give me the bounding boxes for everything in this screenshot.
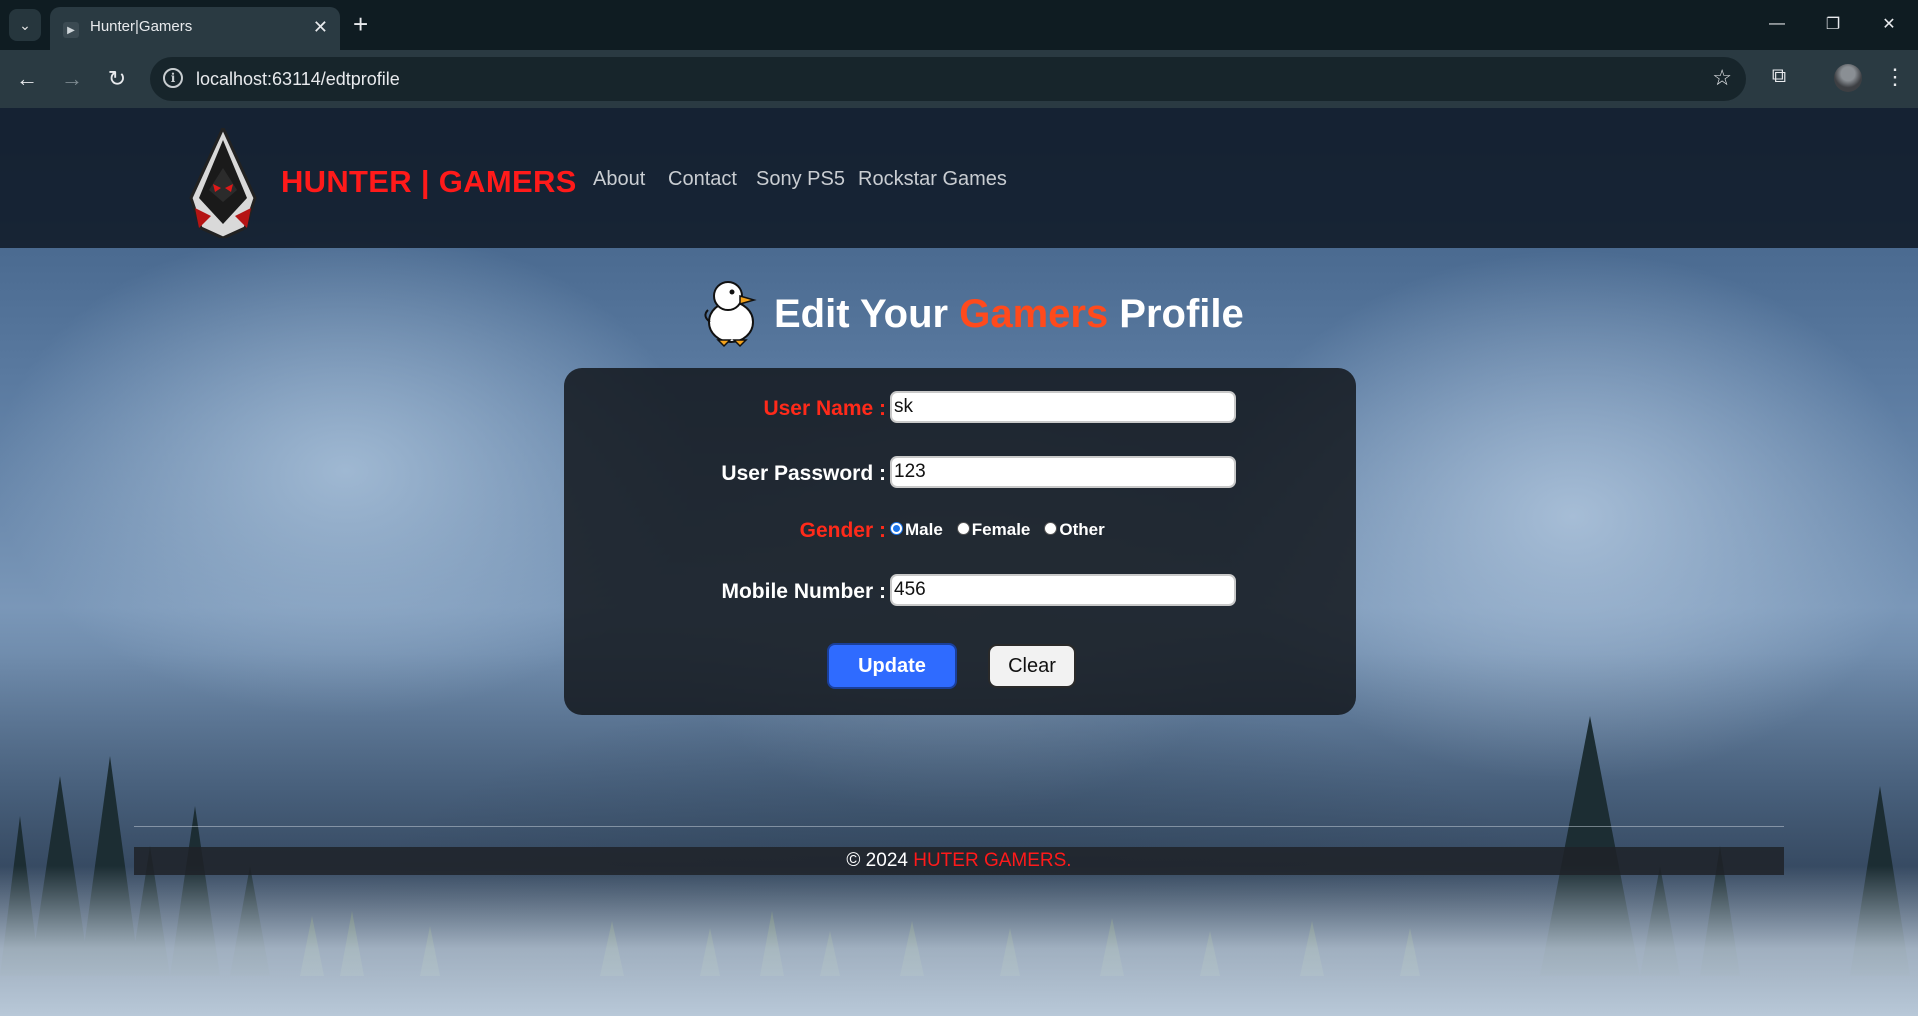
- browser-toolbar: ← → ↻ i localhost:63114/edtprofile ☆ ⧉ ⋮: [0, 50, 1918, 108]
- nav-contact[interactable]: Contact: [668, 168, 737, 191]
- close-icon[interactable]: ✕: [313, 17, 328, 37]
- gender-female-radio[interactable]: [956, 521, 970, 535]
- nav-about[interactable]: About: [593, 168, 645, 191]
- gender-male-radio[interactable]: [890, 521, 903, 535]
- nav-sony-ps5[interactable]: Sony PS5: [756, 168, 845, 191]
- playstation-favicon-icon: ▶: [63, 22, 79, 38]
- mobile-input[interactable]: [890, 574, 1236, 606]
- gender-other-radio[interactable]: [1044, 521, 1058, 535]
- mobile-label: Mobile Number :: [721, 580, 886, 603]
- nav-rockstar-games[interactable]: Rockstar Games: [858, 168, 1007, 191]
- gender-label: Gender :: [799, 519, 886, 542]
- gender-other-label[interactable]: Other: [1059, 520, 1104, 540]
- snow-ground: [0, 866, 1918, 1016]
- browser-tab[interactable]: ▶ Hunter|Gamers ✕: [50, 7, 340, 50]
- tab-search-icon[interactable]: ⌄: [9, 9, 41, 41]
- username-label: User Name :: [763, 397, 886, 420]
- back-arrow-icon[interactable]: ←: [12, 64, 42, 94]
- footer-copyright: © 2024: [846, 850, 914, 871]
- username-input[interactable]: [890, 391, 1236, 423]
- gender-female-label[interactable]: Female: [972, 520, 1031, 540]
- tab-title: Hunter|Gamers: [90, 18, 193, 35]
- title-suffix: Profile: [1108, 292, 1244, 336]
- url-text[interactable]: localhost:63114/edtprofile: [196, 69, 400, 90]
- page-viewport: HUNTER | GAMERS About Contact Sony PS5 R…: [0, 108, 1918, 1016]
- password-label: User Password :: [721, 462, 886, 485]
- page-title: Edit Your Gamers Profile: [774, 292, 1244, 337]
- avatar[interactable]: [1834, 64, 1862, 92]
- forward-arrow-icon[interactable]: →: [57, 64, 87, 94]
- divider: [134, 826, 1784, 827]
- clear-button[interactable]: Clear: [988, 644, 1076, 688]
- duck-icon: [704, 281, 757, 348]
- extensions-icon[interactable]: ⧉: [1767, 65, 1791, 89]
- hooded-hunter-logo-icon[interactable]: [185, 128, 261, 238]
- title-prefix: Edit Your: [774, 292, 960, 336]
- minimize-icon[interactable]: —: [1754, 8, 1800, 40]
- browser-tab-strip: ⌄ ▶ Hunter|Gamers ✕ + — ❐ ✕: [0, 0, 1918, 50]
- more-vert-icon[interactable]: ⋮: [1884, 64, 1906, 90]
- star-icon[interactable]: ☆: [1712, 65, 1732, 91]
- edit-profile-form: User Name : User Password : Gender : Mal…: [564, 368, 1356, 715]
- gender-radio-group: Male Female Other: [890, 520, 1119, 540]
- address-bar[interactable]: i localhost:63114/edtprofile ☆: [150, 57, 1746, 101]
- site-header: HUNTER | GAMERS About Contact Sony PS5 R…: [0, 108, 1918, 248]
- footer: © 2024 HUTER GAMERS.: [134, 847, 1784, 875]
- plus-icon[interactable]: +: [353, 10, 368, 38]
- info-icon[interactable]: i: [163, 68, 183, 88]
- title-accent: Gamers: [959, 292, 1109, 336]
- footer-brand: HUTER GAMERS.: [913, 850, 1072, 871]
- restore-icon[interactable]: ❐: [1810, 8, 1856, 40]
- gender-male-label[interactable]: Male: [905, 520, 943, 540]
- password-input[interactable]: [890, 456, 1236, 488]
- close-window-icon[interactable]: ✕: [1866, 8, 1912, 40]
- update-button[interactable]: Update: [827, 643, 957, 689]
- reload-icon[interactable]: ↻: [102, 64, 132, 94]
- brand-name[interactable]: HUNTER | GAMERS: [281, 164, 577, 200]
